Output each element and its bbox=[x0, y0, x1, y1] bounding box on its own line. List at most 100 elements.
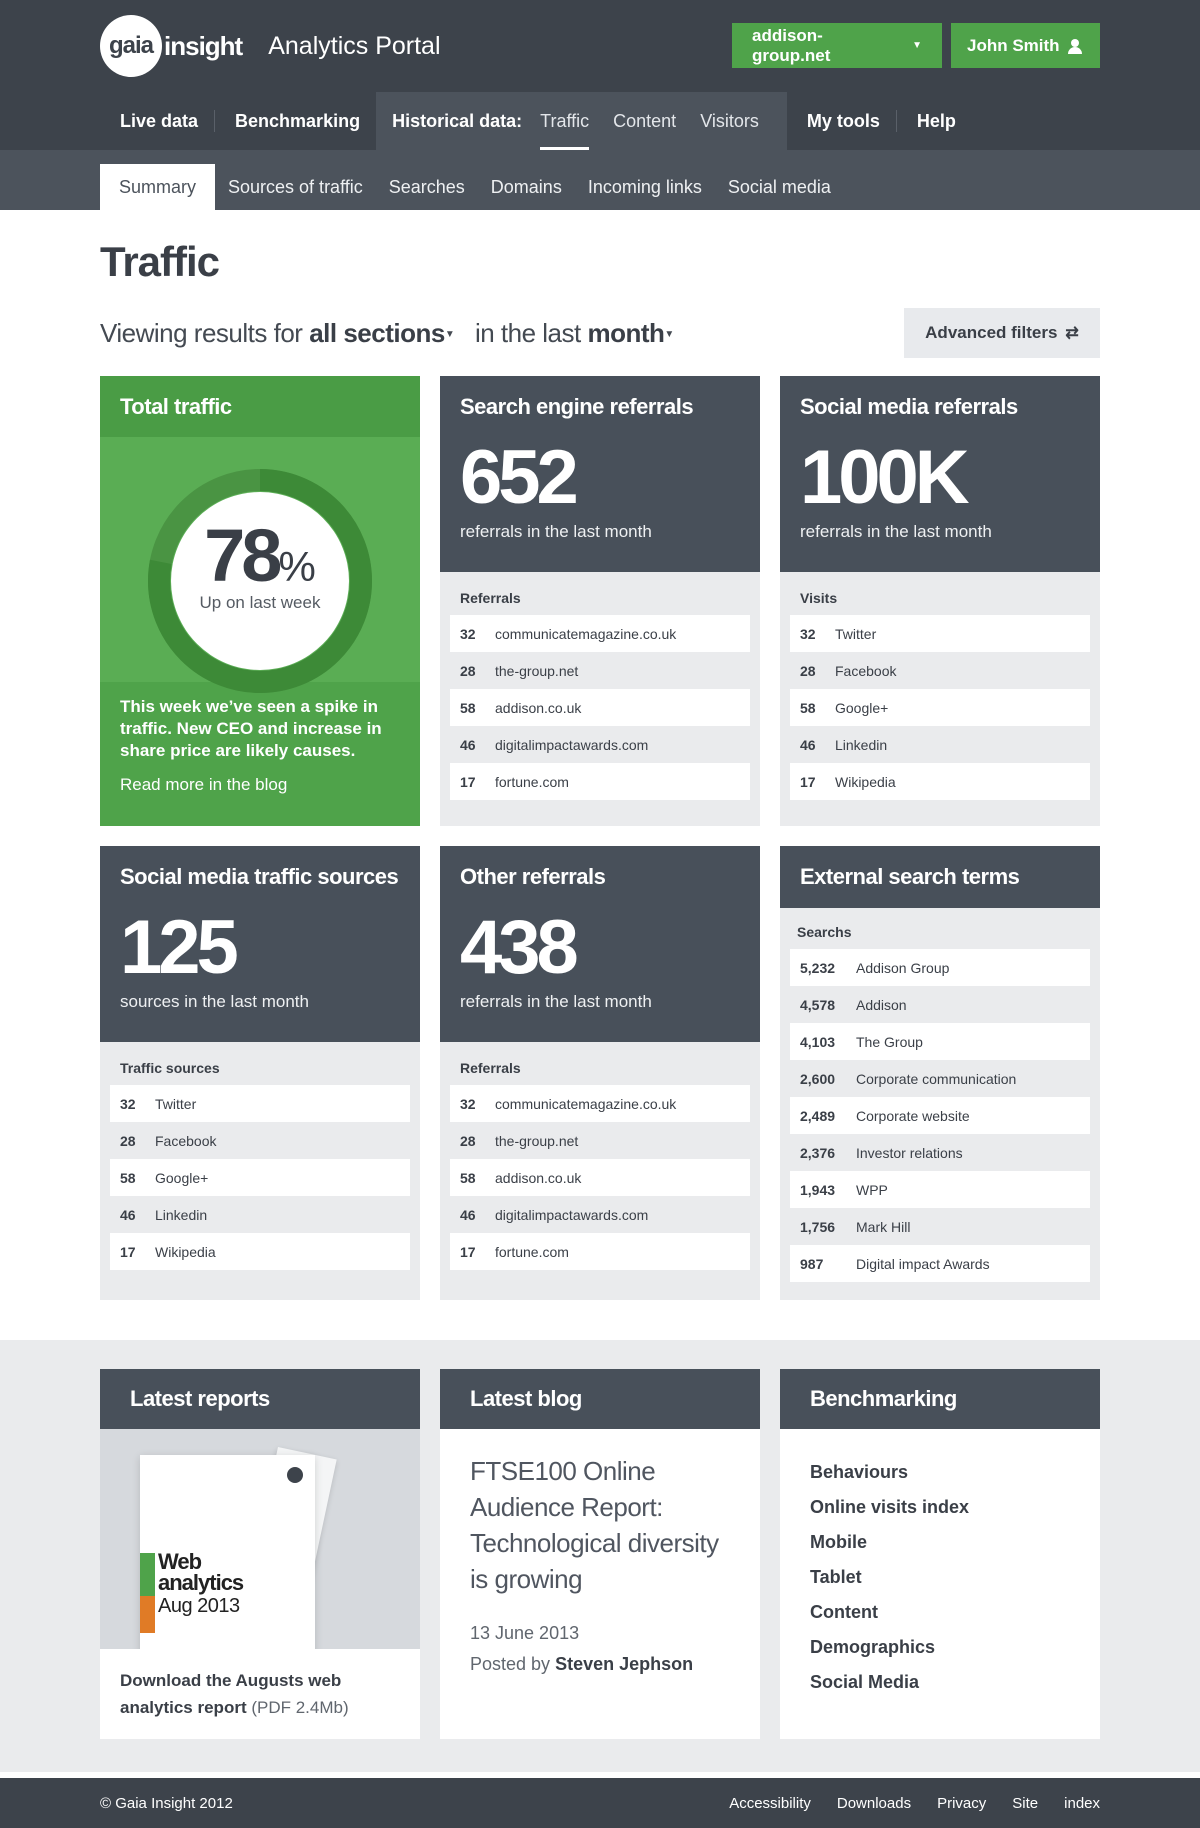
traffic-insight-text: This week we’ve seen a spike in traffic.… bbox=[120, 697, 382, 760]
list-item-label: Addison Group bbox=[856, 959, 950, 976]
benchmark-link-mobile[interactable]: Mobile bbox=[810, 1525, 1070, 1560]
list-item[interactable]: 17 Wikipedia bbox=[110, 1233, 410, 1270]
advanced-filters-button[interactable]: Advanced filters ⇄ bbox=[904, 308, 1100, 358]
nav-help[interactable]: Help bbox=[897, 92, 972, 150]
list-item[interactable]: 5,232 Addison Group bbox=[790, 949, 1090, 986]
benchmark-link-content[interactable]: Content bbox=[810, 1595, 1070, 1630]
tab-social-media[interactable]: Social media bbox=[715, 164, 844, 210]
list-item[interactable]: 46 digitalimpactawards.com bbox=[450, 726, 750, 763]
footer-link-site[interactable]: Site bbox=[1012, 1795, 1038, 1812]
read-more-blog-link[interactable]: Read more in the blog bbox=[120, 774, 400, 796]
list-item[interactable]: 28 the-group.net bbox=[450, 652, 750, 689]
big-number: 652 bbox=[460, 435, 579, 520]
list-item[interactable]: 58 addison.co.uk bbox=[450, 1159, 750, 1196]
list-item[interactable]: 46 digitalimpactawards.com bbox=[450, 1196, 750, 1233]
tab-summary[interactable]: Summary bbox=[100, 164, 216, 210]
latest-reports-card: Latest reports Web analytics Aug 2013 Do… bbox=[100, 1369, 420, 1739]
nav-historical-data: Historical data: Traffic Content Visitor… bbox=[376, 92, 787, 150]
list-item[interactable]: 46 Linkedin bbox=[110, 1196, 410, 1233]
viewing-in-the-last: in the last bbox=[474, 317, 581, 348]
logo[interactable]: gaia insight Analytics Portal bbox=[100, 15, 441, 77]
list-item[interactable]: 2,600 Corporate communication bbox=[790, 1060, 1090, 1097]
list-item-label: WPP bbox=[856, 1181, 888, 1198]
card-title: Other referrals bbox=[460, 864, 606, 889]
report-cover-line3: Aug 2013 bbox=[158, 1595, 240, 1617]
card-title: Social media referrals bbox=[800, 394, 1018, 419]
tab-sources-of-traffic[interactable]: Sources of traffic bbox=[215, 164, 376, 210]
list-item[interactable]: 2,489 Corporate website bbox=[790, 1097, 1090, 1134]
copyright: © Gaia Insight 2012 bbox=[100, 1794, 233, 1812]
nav-benchmarking[interactable]: Benchmarking bbox=[215, 92, 376, 150]
list-item[interactable]: 28 Facebook bbox=[790, 652, 1090, 689]
list-item-label: addison.co.uk bbox=[495, 1169, 582, 1186]
list-item[interactable]: 1,943 WPP bbox=[790, 1171, 1090, 1208]
card-title: Social media traffic sources bbox=[120, 864, 399, 889]
list-label: Referrals bbox=[460, 590, 521, 606]
site-select-button[interactable]: addison-group.net ▼ bbox=[732, 23, 942, 68]
report-cover-line1: Web bbox=[158, 1549, 202, 1574]
list-item[interactable]: 1,756 Mark Hill bbox=[790, 1208, 1090, 1245]
benchmark-link-demographics[interactable]: Demographics bbox=[810, 1630, 1070, 1665]
list-item[interactable]: 28 the-group.net bbox=[450, 1122, 750, 1159]
list-item[interactable]: 58 Google+ bbox=[790, 689, 1090, 726]
list-item-label: Google+ bbox=[155, 1169, 209, 1186]
nav-live-data[interactable]: Live data bbox=[100, 92, 214, 150]
list-item-label: digitalimpactawards.com bbox=[495, 1206, 649, 1223]
big-number: 125 bbox=[120, 905, 239, 990]
list-item-count: 32 bbox=[120, 1095, 136, 1112]
list-item-count: 46 bbox=[460, 736, 476, 753]
chevron-down-icon[interactable]: ▼ bbox=[664, 329, 674, 340]
footer-link-downloads[interactable]: Downloads bbox=[837, 1795, 911, 1812]
period-dropdown[interactable]: month bbox=[587, 318, 664, 348]
footer-link-index[interactable]: index bbox=[1064, 1795, 1100, 1812]
list-item-label: Mark Hill bbox=[856, 1218, 911, 1235]
tab-searches[interactable]: Searches bbox=[376, 164, 478, 210]
benchmark-link-tablet[interactable]: Tablet bbox=[810, 1560, 1070, 1595]
list-item[interactable]: 32 communicatemagazine.co.uk bbox=[450, 615, 750, 652]
sub-nav: Summary Sources of traffic Searches Doma… bbox=[0, 150, 1200, 210]
list-item[interactable]: 58 addison.co.uk bbox=[450, 689, 750, 726]
benchmark-link-social-media[interactable]: Social Media bbox=[810, 1665, 1070, 1700]
list-item-count: 2,600 bbox=[800, 1070, 836, 1087]
lower-section: Latest reports Web analytics Aug 2013 Do… bbox=[0, 1340, 1200, 1772]
list-item[interactable]: 32 communicatemagazine.co.uk bbox=[450, 1085, 750, 1122]
tab-incoming-links[interactable]: Incoming links bbox=[575, 164, 715, 210]
total-traffic-card: Total traffic 78% Up on last week This w… bbox=[100, 376, 420, 826]
blog-post-title[interactable]: FTSE100 Online Audience Report: Technolo… bbox=[470, 1453, 730, 1597]
list-item[interactable]: 4,578 Addison bbox=[790, 986, 1090, 1023]
footer-link-privacy[interactable]: Privacy bbox=[937, 1795, 986, 1812]
swap-arrows-icon: ⇄ bbox=[1065, 325, 1079, 342]
chevron-down-icon[interactable]: ▼ bbox=[445, 329, 455, 340]
big-number-subtitle: referrals in the last month bbox=[460, 992, 652, 1011]
benchmark-link-online-visits-index[interactable]: Online visits index bbox=[810, 1490, 1070, 1525]
nav-content[interactable]: Content bbox=[613, 92, 676, 150]
benchmark-link-behaviours[interactable]: Behaviours bbox=[810, 1455, 1070, 1490]
list-item[interactable]: 28 Facebook bbox=[110, 1122, 410, 1159]
user-menu-button[interactable]: John Smith bbox=[951, 23, 1100, 68]
list-item[interactable]: 32 Twitter bbox=[790, 615, 1090, 652]
tab-domains[interactable]: Domains bbox=[478, 164, 575, 210]
list-item[interactable]: 987 Digital impact Awards bbox=[790, 1245, 1090, 1282]
nav-visitors[interactable]: Visitors bbox=[700, 92, 759, 150]
list-item[interactable]: 17 Wikipedia bbox=[790, 763, 1090, 800]
list-item-count: 2,376 bbox=[800, 1144, 836, 1161]
nav-my-tools[interactable]: My tools bbox=[787, 92, 896, 150]
list-item-count: 46 bbox=[460, 1206, 476, 1223]
list-item[interactable]: 46 Linkedin bbox=[790, 726, 1090, 763]
latest-blog-card: Latest blog FTSE100 Online Audience Repo… bbox=[440, 1369, 760, 1739]
site-header: gaia insight Analytics Portal addison-gr… bbox=[0, 0, 1200, 150]
list-item-label: Twitter bbox=[155, 1095, 197, 1112]
list-item[interactable]: 58 Google+ bbox=[110, 1159, 410, 1196]
nav-traffic[interactable]: Traffic bbox=[540, 92, 590, 150]
list-item[interactable]: 32 Twitter bbox=[110, 1085, 410, 1122]
list-item[interactable]: 2,376 Investor relations bbox=[790, 1134, 1090, 1171]
sections-dropdown[interactable]: all sections bbox=[309, 318, 445, 348]
list-item[interactable]: 4,103 The Group bbox=[790, 1023, 1090, 1060]
list-item-count: 1,756 bbox=[800, 1218, 836, 1235]
blog-author[interactable]: Steven Jephson bbox=[555, 1654, 693, 1674]
list-item[interactable]: 17 fortune.com bbox=[450, 763, 750, 800]
report-cover-image[interactable]: Web analytics Aug 2013 bbox=[100, 1429, 420, 1649]
list-item-count: 2,489 bbox=[800, 1107, 836, 1124]
footer-link-accessibility[interactable]: Accessibility bbox=[729, 1795, 811, 1812]
list-item[interactable]: 17 fortune.com bbox=[450, 1233, 750, 1270]
